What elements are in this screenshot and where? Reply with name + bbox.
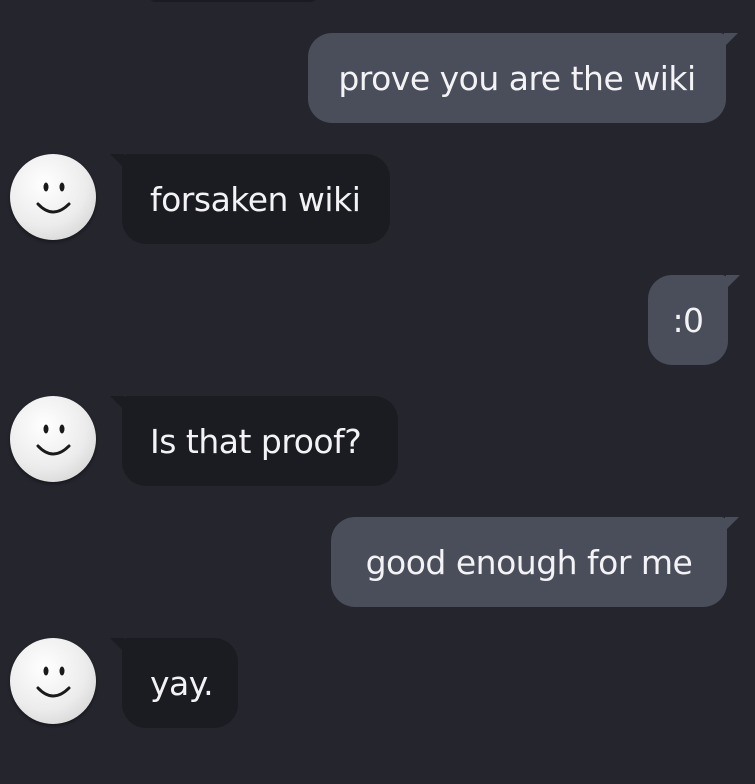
message-text: :0 — [672, 300, 704, 340]
bot-message-bubble[interactable]: Is that proof? — [110, 396, 398, 486]
bot-avatar[interactable] — [10, 396, 96, 482]
bot-message-bubble[interactable]: yay. — [110, 638, 238, 728]
user-message-bubble[interactable]: good enough for me — [331, 517, 739, 607]
message-text: prove you are the wiki — [338, 58, 696, 98]
chat-thread[interactable]: prove you are the wiki forsaken wiki :0 … — [0, 0, 755, 784]
bot-avatar[interactable] — [10, 638, 96, 724]
message-text: forsaken wiki — [150, 179, 361, 219]
user-message-bubble[interactable]: :0 — [648, 275, 740, 365]
smiley-face-icon — [36, 424, 71, 456]
smiley-face-icon — [36, 666, 71, 698]
message-text: yay. — [150, 663, 214, 703]
smiley-face-icon — [36, 182, 71, 214]
bot-message-bubble[interactable]: forsaken wiki — [110, 154, 390, 244]
previous-message-edge — [148, 0, 318, 2]
bot-avatar[interactable] — [10, 154, 96, 240]
message-text: Is that proof? — [150, 421, 362, 461]
user-message-bubble[interactable]: prove you are the wiki — [308, 33, 738, 123]
message-text: good enough for me — [365, 542, 693, 582]
